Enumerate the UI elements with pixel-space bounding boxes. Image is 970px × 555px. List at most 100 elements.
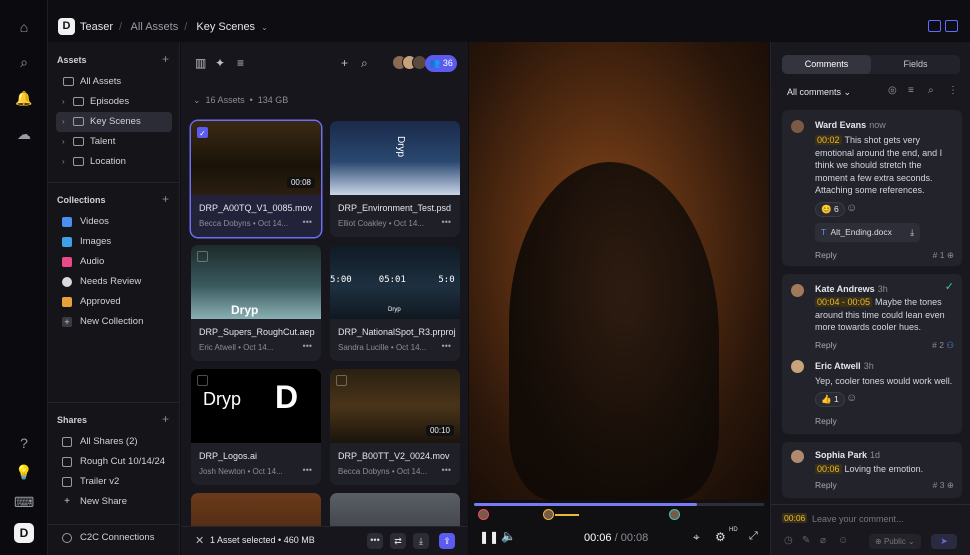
sort-icon[interactable]: ≡ <box>908 85 914 96</box>
search-icon[interactable]: ⌕ <box>361 56 368 71</box>
sidebar-item-images[interactable]: Images <box>56 232 172 252</box>
checkbox[interactable] <box>336 375 347 386</box>
list-sort-icon[interactable]: ≡ <box>237 56 244 70</box>
attachment-chip[interactable]: T Alt_Ending.docx ⤓ <box>815 223 920 242</box>
reply-link[interactable]: Reply <box>815 250 837 260</box>
search-icon[interactable]: ⌕ <box>14 52 34 72</box>
progress-track[interactable] <box>474 503 764 506</box>
chevron-right-icon[interactable]: › <box>62 152 65 172</box>
sidebar-item-c2c[interactable]: C2C Connections <box>56 528 172 548</box>
sidebar-item-needs-review[interactable]: Needs Review <box>56 272 172 292</box>
comment-thread[interactable]: Kate Andrews 3h ✓ 00:04 - 00:05 Maybe the … <box>782 274 962 434</box>
sidebar-item-talent[interactable]: › Talent <box>56 132 172 152</box>
view-layout-icon[interactable]: ▥ <box>195 56 206 70</box>
download-icon[interactable]: ⤓ <box>413 533 429 549</box>
add-collection-icon[interactable]: + <box>162 192 169 206</box>
checkbox[interactable]: ✓ <box>197 127 208 138</box>
reaction-badge[interactable]: 😊 6 <box>815 202 845 217</box>
reviewers-count-badge[interactable]: 👥 36 <box>425 55 457 72</box>
comment-marker[interactable] <box>478 509 489 520</box>
share-icon[interactable]: ⇪ <box>439 533 455 549</box>
reaction-badge[interactable]: 👍 1 <box>815 392 845 407</box>
send-icon[interactable]: ➤ <box>931 534 957 549</box>
emoji-icon[interactable]: ☺ <box>838 535 848 546</box>
marker-pin-icon[interactable]: ⌖ <box>693 530 700 545</box>
compare-icon[interactable]: ⇄ <box>390 533 406 549</box>
comment-marker[interactable] <box>669 509 680 520</box>
add-reaction-icon[interactable]: ☺ <box>846 392 857 404</box>
bell-icon[interactable]: 🔔 <box>14 88 34 108</box>
upload-cloud-icon[interactable]: ☁ <box>14 124 34 144</box>
more-icon[interactable]: ••• <box>442 465 451 475</box>
filter-icon[interactable]: ◎ <box>888 85 897 96</box>
sidebar-item-videos[interactable]: Videos <box>56 212 172 232</box>
chevron-right-icon[interactable]: › <box>62 92 65 112</box>
asset-card[interactable]: ✓ 00:08 DRP_A00TQ_V1_0085.mov Becca Doby… <box>191 121 321 237</box>
more-actions-button[interactable]: ••• <box>367 533 383 549</box>
video-frame[interactable] <box>469 42 769 500</box>
attach-icon[interactable]: ⌀ <box>820 535 826 546</box>
tab-fields[interactable]: Fields <box>871 55 960 74</box>
sparkle-sort-icon[interactable]: ✦ <box>215 56 225 70</box>
sidebar-item-episodes[interactable]: › Episodes <box>56 92 172 112</box>
asset-card[interactable]: Dryp DRP_Supers_RoughCut.aep Eric Atwell… <box>191 245 321 361</box>
add-reaction-icon[interactable]: ☺ <box>846 202 857 214</box>
keyboard-icon[interactable]: ⌨ <box>14 492 34 512</box>
more-icon[interactable]: ••• <box>303 341 312 351</box>
workspace-logo-icon[interactable]: D <box>14 523 34 543</box>
breadcrumb-current[interactable]: Key Scenes <box>196 21 255 33</box>
asset-card[interactable]: Dryp D DRP_Logos.ai Josh Newton • Oct 14… <box>191 369 321 485</box>
breadcrumb-project[interactable]: Teaser <box>80 21 113 33</box>
close-icon[interactable]: ✕ <box>195 534 204 547</box>
clock-icon[interactable]: ◷ <box>784 535 793 546</box>
checkbox[interactable] <box>197 375 208 386</box>
sidebar-item-new-collection[interactable]: + New Collection <box>56 312 172 332</box>
comment-card[interactable]: Sophia Park 1d 00:06 Loving the emotion. R… <box>782 442 962 498</box>
breadcrumb-all-assets[interactable]: All Assets <box>131 21 179 33</box>
sidebar-item-key-scenes[interactable]: › Key Scenes <box>56 112 172 132</box>
chevron-right-icon[interactable]: › <box>62 112 65 132</box>
reply-link[interactable]: Reply <box>815 340 837 350</box>
search-icon[interactable]: ⌕ <box>928 85 934 96</box>
sidebar-item-audio[interactable]: Audio <box>56 252 172 272</box>
comment-card[interactable]: Ward Evans now 00:02 This shot gets very e… <box>782 110 962 266</box>
sidebar-item-all-shares[interactable]: All Shares (2) <box>56 432 172 452</box>
add-icon[interactable]: + <box>341 56 348 70</box>
more-icon[interactable]: ⋮ <box>948 85 958 96</box>
reply-link[interactable]: Reply <box>815 480 837 490</box>
checkbox[interactable] <box>197 251 208 262</box>
comment-input[interactable]: Leave your comment... <box>812 514 904 524</box>
sidebar-item-all-assets[interactable]: All Assets <box>56 72 172 92</box>
asset-card[interactable]: Dryp DRP_Environment_Test.psd Elliot Coa… <box>330 121 460 237</box>
more-icon[interactable]: ••• <box>303 465 312 475</box>
asset-card[interactable]: 00:10 DRP_B00TT_V2_0024.mov Becca Dobyns… <box>330 369 460 485</box>
fullscreen-icon[interactable]: ⤢ <box>749 530 758 543</box>
composer-timecode[interactable]: 00:06 <box>782 513 808 523</box>
more-icon[interactable]: ••• <box>303 217 312 227</box>
sidebar-item-new-share[interactable]: + New Share <box>56 492 172 512</box>
resolved-check-icon[interactable]: ✓ <box>945 280 954 293</box>
comment-marker[interactable] <box>543 509 554 520</box>
reply-link[interactable]: Reply <box>815 416 837 426</box>
visibility-select[interactable]: ⊕ Public ⌄ <box>869 534 921 549</box>
download-icon[interactable]: ⤓ <box>910 223 914 242</box>
settings-icon[interactable]: ⚙ <box>715 530 726 544</box>
help-icon[interactable]: ? <box>14 433 34 453</box>
add-share-icon[interactable]: + <box>162 412 169 426</box>
asset-card[interactable]: 5:00 05:01 5:0 Dryp DRP_NationalSpot_R3.… <box>330 245 460 361</box>
chevron-down-icon[interactable]: ⌄ <box>261 23 268 32</box>
right-panel-toggle-icon[interactable] <box>945 20 958 32</box>
sidebar-item-rough-cut[interactable]: Rough Cut 10/14/24 <box>56 452 172 472</box>
chevron-right-icon[interactable]: › <box>62 132 65 152</box>
sidebar-item-trailer[interactable]: Trailer v2 <box>56 472 172 492</box>
more-icon[interactable]: ••• <box>442 217 451 227</box>
tab-comments[interactable]: Comments <box>782 55 871 74</box>
add-asset-folder-icon[interactable]: + <box>162 52 169 66</box>
more-icon[interactable]: ••• <box>442 341 451 351</box>
pause-icon[interactable]: ❚❚ <box>479 530 499 544</box>
left-panel-toggle-icon[interactable] <box>928 20 941 32</box>
home-icon[interactable]: ⌂ <box>14 17 34 37</box>
comment-filter[interactable]: All comments ⌄ <box>787 87 851 98</box>
sidebar-item-location[interactable]: › Location <box>56 152 172 172</box>
sidebar-item-approved[interactable]: Approved <box>56 292 172 312</box>
